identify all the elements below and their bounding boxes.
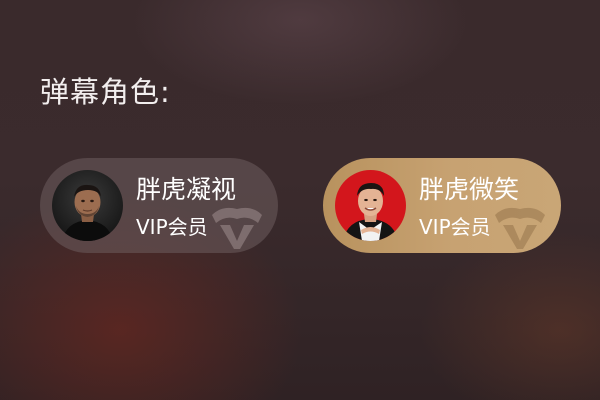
avatar [335,170,406,241]
man-portrait-icon [335,170,406,241]
vip-badge-icon [495,207,545,249]
vip-member-label: VIP会员 [136,215,208,239]
danmaku-role-title: 弹幕角色: [40,75,171,109]
role-option-gaze[interactable]: 胖虎凝视 VIP会员 [40,158,278,253]
avatar [52,170,123,241]
role-name: 胖虎凝视 [136,175,237,204]
role-name: 胖虎微笑 [419,175,520,204]
vip-badge-icon [212,207,262,249]
vip-member-label: VIP会员 [419,215,491,239]
role-option-smile[interactable]: 胖虎微笑 VIP会员 [323,158,561,253]
man-portrait-icon [52,170,123,241]
